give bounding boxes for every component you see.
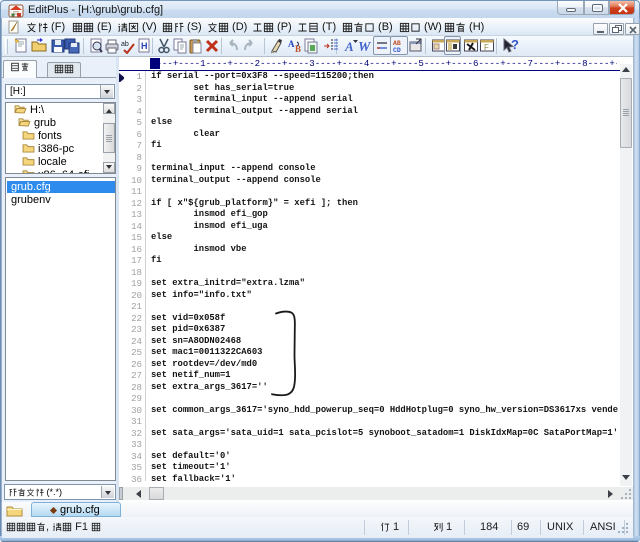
svg-text:AB: AB [393,40,401,47]
svg-text:A: A [344,39,354,54]
svg-text:H: H [141,41,148,51]
svg-text:CD: CD [393,47,401,54]
svg-text:W: W [358,40,372,54]
svg-text:ab: ab [121,41,129,48]
svg-text:F: F [484,43,489,52]
svg-text:A: A [288,39,295,49]
